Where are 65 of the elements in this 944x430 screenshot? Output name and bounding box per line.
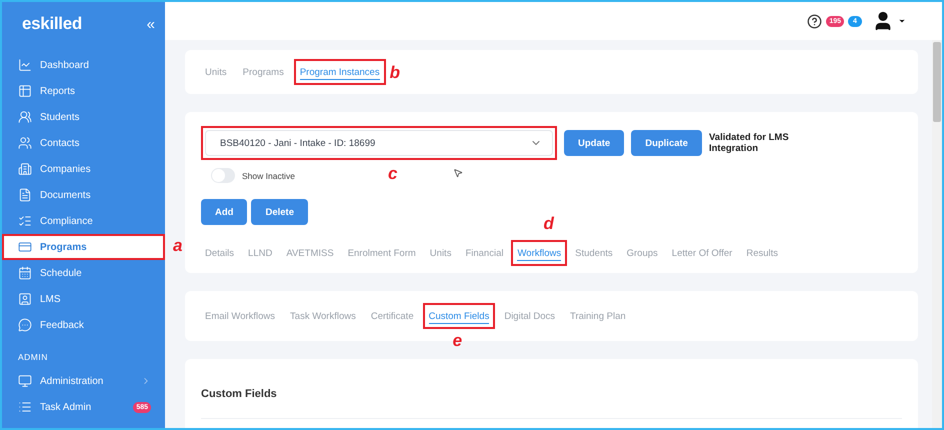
sidebar-item[interactable]: Programs [2, 234, 165, 260]
tab[interactable]: Programs [238, 61, 288, 83]
checklist-icon [18, 214, 32, 228]
tab[interactable]: Details [201, 242, 238, 264]
card-icon [18, 240, 32, 254]
callout-letter: a [173, 236, 182, 256]
chat-icon [18, 318, 32, 332]
tab[interactable]: LLND [244, 242, 276, 264]
toggle-label: Show Inactive [242, 170, 295, 180]
tab[interactable]: Units [426, 242, 456, 264]
tab[interactable]: Groups [622, 242, 662, 264]
tab[interactable]: Custom Fields [424, 305, 494, 327]
calendar-icon [18, 266, 32, 280]
action-button[interactable]: Delete [251, 199, 308, 225]
tab[interactable]: Email Workflows [201, 305, 280, 327]
tab[interactable]: Program Instances [296, 61, 384, 83]
caret-icon[interactable] [898, 17, 906, 25]
action-button[interactable]: Add [201, 199, 248, 225]
sidebar-item[interactable]: Companies [2, 156, 165, 182]
sidebar-item[interactable]: Feedback [2, 312, 165, 338]
contacts-icon [18, 136, 32, 150]
tab[interactable]: Results [742, 242, 782, 264]
sidebar-item[interactable]: Students [2, 104, 165, 130]
callout-letter: e [452, 331, 462, 351]
validation-note: Validated for LMS Integration [708, 132, 790, 154]
help-icon [807, 14, 822, 28]
tab[interactable]: Workflows [513, 242, 566, 264]
tab[interactable]: Units [201, 61, 231, 83]
sidebar-item[interactable]: LMS [2, 286, 165, 312]
sidebar-item[interactable]: Administration [2, 368, 165, 394]
panel-title: Custom Fields [201, 388, 277, 400]
sidebar-item[interactable]: Contacts [2, 130, 165, 156]
callout-letter: b [390, 63, 400, 83]
tab[interactable]: Task Workflows [286, 305, 360, 327]
monitor-icon [18, 374, 32, 388]
sidebar-item[interactable]: Dashboard [2, 52, 165, 78]
table-icon [18, 84, 32, 98]
tab[interactable]: Students [571, 242, 617, 264]
tab[interactable]: Enrolment Form [344, 242, 420, 264]
help-button[interactable] [807, 14, 822, 28]
sidebar-item[interactable]: Compliance [2, 208, 165, 234]
tab[interactable]: Financial [461, 242, 508, 264]
action-button[interactable]: Update [564, 130, 624, 156]
callout-letter: d [543, 214, 554, 234]
tab[interactable]: Digital Docs [500, 305, 560, 327]
chart-icon [18, 58, 32, 72]
sidebar-item[interactable]: Reports [2, 78, 165, 104]
tab[interactable]: Letter Of Offer [668, 242, 736, 264]
tab[interactable]: AVETMISS [282, 242, 338, 264]
sidebar-item[interactable]: Schedule [2, 260, 165, 286]
callout-letter: c [388, 164, 398, 184]
logo: eskilled [22, 14, 82, 34]
tab[interactable]: Training Plan [566, 305, 630, 327]
building-icon [18, 162, 32, 176]
cursor-icon [453, 168, 463, 178]
sidebar-item[interactable]: Documents [2, 182, 165, 208]
collapse-button[interactable]: « [146, 16, 155, 32]
tab[interactable]: Certificate [366, 305, 418, 327]
instance-select[interactable]: BSB40120 - Jani - Intake - ID: 18699 [205, 130, 553, 156]
scrollbar[interactable] [932, 40, 942, 428]
users-icon [18, 110, 32, 124]
document-icon [18, 188, 32, 202]
action-button[interactable]: Duplicate [631, 130, 702, 156]
user-square-icon [18, 292, 32, 306]
section-heading: ADMIN [17, 351, 49, 364]
